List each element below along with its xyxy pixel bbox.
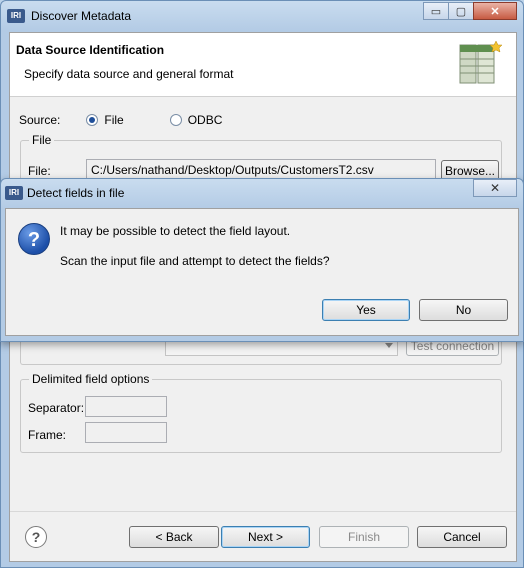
dialog-close-button[interactable]: ✕ <box>473 179 517 197</box>
close-button[interactable]: ✕ <box>473 2 517 20</box>
question-icon: ? <box>18 223 50 255</box>
page-title: Data Source Identification <box>16 43 165 57</box>
minimize-icon: ▭ <box>430 5 442 18</box>
next-button[interactable]: Next > <box>221 526 310 548</box>
iri-logo-icon: IRI <box>5 186 23 200</box>
source-row: Source: File ODBC <box>19 113 222 127</box>
help-icon[interactable]: ? <box>25 526 47 548</box>
close-icon: ✕ <box>489 181 501 195</box>
separator-label: Separator: <box>28 401 85 415</box>
title-bar[interactable]: IRI Discover Metadata ▭ ▢ ✕ <box>1 1 523 31</box>
back-button[interactable]: < Back <box>129 526 219 548</box>
source-odbc-label: ODBC <box>187 113 223 127</box>
frame-label: Frame: <box>28 428 67 442</box>
close-icon: ✕ <box>490 5 500 18</box>
window-title: Discover Metadata <box>31 9 132 23</box>
footer-separator <box>10 511 516 512</box>
source-file-label: File <box>104 113 124 127</box>
dialog-message-2: Scan the input file and attempt to detec… <box>60 254 330 268</box>
file-group-label: File <box>29 133 55 147</box>
detect-fields-dialog: IRI Detect fields in file ✕ ? It may be … <box>0 178 524 342</box>
radio-unselected-icon <box>169 114 182 126</box>
separator-field[interactable] <box>85 396 167 417</box>
wizard-header: Data Source Identification Specify data … <box>10 33 516 97</box>
iri-logo-icon: IRI <box>7 9 25 23</box>
page-subtitle: Specify data source and general format <box>24 67 234 81</box>
dialog-client-area: ? It may be possible to detect the field… <box>5 208 519 336</box>
maximize-icon: ▢ <box>455 5 467 18</box>
source-odbc-radio[interactable]: ODBC <box>169 113 223 127</box>
source-file-radio[interactable]: File <box>86 113 124 127</box>
file-label: File: <box>28 164 51 178</box>
finish-button[interactable]: Finish <box>319 526 409 548</box>
delimited-options-label: Delimited field options <box>29 372 153 386</box>
minimize-button[interactable]: ▭ <box>423 2 449 20</box>
cancel-button[interactable]: Cancel <box>417 526 507 548</box>
radio-selected-icon <box>86 114 99 126</box>
no-button[interactable]: No <box>419 299 508 321</box>
table-wizard-icon <box>459 40 502 84</box>
frame-field[interactable] <box>85 422 167 443</box>
dialog-message-1: It may be possible to detect the field l… <box>60 224 291 238</box>
source-label: Source: <box>19 113 61 127</box>
dialog-title: Detect fields in file <box>27 186 125 200</box>
caption-buttons: ▭ ▢ ✕ <box>423 2 517 20</box>
yes-button[interactable]: Yes <box>322 299 410 321</box>
maximize-button[interactable]: ▢ <box>448 2 474 20</box>
chevron-down-icon <box>385 343 393 348</box>
